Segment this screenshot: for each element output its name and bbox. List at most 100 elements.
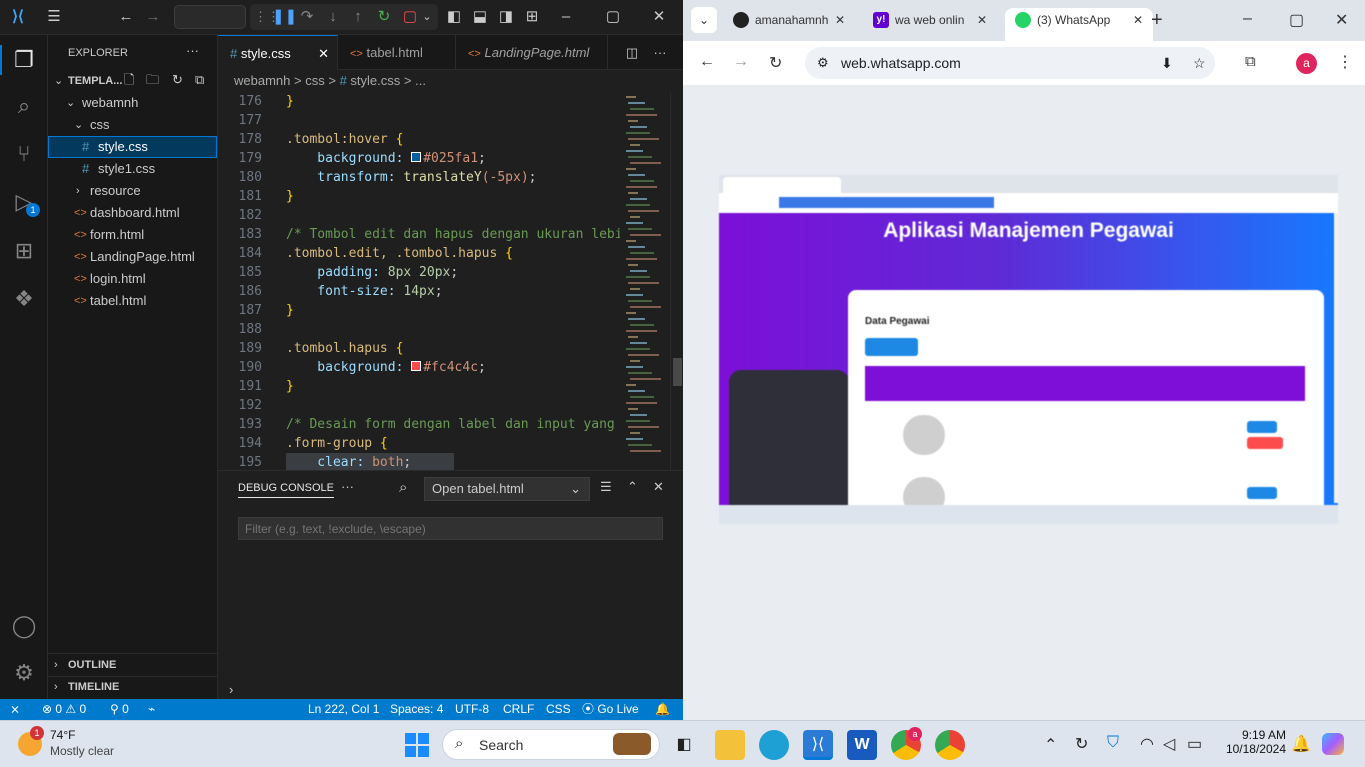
menu-icon[interactable]: ☰ [44,7,64,27]
close-icon[interactable]: ✕ [1133,8,1143,32]
reload-icon[interactable]: ↻ [769,53,782,73]
problems-status[interactable]: ⊗ 0 ⚠ 0 [42,699,86,720]
new-tab-icon[interactable]: + [1151,9,1163,32]
color-swatch[interactable] [411,361,422,371]
refresh-icon[interactable]: ↻ [172,69,183,91]
panel-tab-debug-console[interactable]: DEBUG CONSOLE [238,482,334,498]
search-icon[interactable]: ⌕ [10,92,38,120]
start-button[interactable] [405,733,429,757]
more-actions-icon[interactable]: ··· [186,40,199,62]
clock[interactable]: 9:19 AM 10/18/2024 [1216,728,1286,756]
file-landingpage-html[interactable]: LandingPage.html [90,246,195,268]
step-over-icon[interactable]: ↷ [298,7,316,27]
edge-icon[interactable] [759,730,789,760]
cursor-position[interactable]: Ln 222, Col 1 [308,699,379,720]
back-icon[interactable]: ← [116,7,136,27]
weather-widget[interactable]: 1 74°F Mostly clear [14,726,174,762]
customize-layout-icon[interactable]: ⊞ [523,7,541,27]
ports-status[interactable]: ⚲ 0 [110,699,129,720]
pause-icon[interactable]: ❚❚ [272,7,297,27]
chevron-right-icon[interactable]: › [76,180,80,202]
vscode-taskbar-icon[interactable]: ⟩⟨ [803,730,833,760]
maximize-icon[interactable]: ▢ [603,7,623,27]
chevron-down-icon[interactable]: ⌄ [420,7,434,27]
close-icon[interactable]: ✕ [649,7,669,27]
scrollbar-thumb[interactable] [673,358,682,386]
profile-avatar[interactable]: a [1296,53,1317,74]
task-view-icon[interactable]: ◧ [669,730,699,760]
tab-search-button[interactable]: ⌄ [691,7,717,33]
maximize-icon[interactable]: ▢ [1289,10,1304,30]
account-icon[interactable]: ◯ [10,612,38,640]
stop-icon[interactable]: ▢ [401,7,419,27]
tray-chevron-up-icon[interactable]: ⌃ [1044,735,1057,755]
chevron-down-icon[interactable]: ⌄ [66,92,75,114]
drag-handle-icon[interactable]: ⋮⋮ [254,7,280,27]
close-panel-icon[interactable]: ✕ [653,479,664,495]
toggle-sidebar-icon[interactable]: ◧ [445,7,463,27]
chrome-tab-github[interactable]: amanahamnh ✕ [723,8,855,41]
step-out-icon[interactable]: ↑ [349,7,367,27]
file-dashboard-html[interactable]: dashboard.html [90,202,180,224]
maximize-panel-icon[interactable]: ⌃ [627,479,638,495]
code-area[interactable]: 176 177 178 179 180 181 182 183 184 185 186 187 188 1… [218,92,620,470]
extensions-icon[interactable]: ⧉ [1245,53,1256,70]
filter-icon[interactable]: ⌕ [399,479,407,496]
taskbar-search[interactable]: ⌕ Search [442,729,660,760]
more-actions-icon[interactable]: ··· [648,35,672,70]
tab-tabel-html[interactable]: <> tabel.html [338,35,456,70]
close-icon[interactable]: ✕ [1335,10,1348,30]
site-info-icon[interactable]: ⚙ [817,47,829,79]
python-icon[interactable]: ❖ [10,285,38,313]
source-control-icon[interactable]: ⑂ [10,140,38,168]
new-folder-icon[interactable]: 🗀 [146,69,159,91]
chevron-right-icon[interactable]: › [54,654,58,676]
shared-image-preview[interactable]: Aplikasi Manajemen Pegawai Data Pegawai [719,175,1338,524]
copilot-icon[interactable] [1322,733,1344,755]
file-login-html[interactable]: login.html [90,268,146,290]
go-live-button[interactable]: ⦿ Go Live [582,699,639,720]
folder-resource[interactable]: resource [90,180,141,202]
encoding[interactable]: UTF-8 [455,699,489,720]
sync-icon[interactable]: ↻ [1075,734,1088,754]
close-icon[interactable]: ✕ [977,8,987,32]
address-bar[interactable]: ⚙ web.whatsapp.com ⬇ ☆ [805,47,1215,79]
battery-icon[interactable]: ▭ [1187,734,1202,754]
chrome-tab-yahoo[interactable]: y! wa web onlin ✕ [863,8,997,41]
collapse-all-icon[interactable]: ⧉ [195,69,204,91]
notification-bell-icon[interactable]: 🔔 [1291,734,1311,754]
console-input-chevron-icon[interactable]: › [229,682,233,697]
settings-gear-icon[interactable]: ⚙ [10,659,38,687]
chrome-tab-whatsapp[interactable]: (3) WhatsApp ✕ [1005,8,1153,41]
editor-scrollbar[interactable] [670,92,683,470]
file-explorer-icon[interactable] [715,730,745,760]
toggle-panel-icon[interactable]: ⬓ [471,7,489,27]
minimap[interactable] [620,92,670,470]
chevron-down-icon[interactable]: ⌄ [74,114,83,136]
tab-landingpage-html[interactable]: <> LandingPage.html [456,35,608,70]
line-ending[interactable]: CRLF [503,699,534,720]
notifications-icon[interactable]: 🔔 [655,699,670,720]
close-icon[interactable]: ✕ [835,8,845,32]
workspace-title[interactable]: TEMPLA... [68,70,122,92]
bookmark-star-icon[interactable]: ☆ [1193,47,1206,79]
chevron-down-icon[interactable]: ⌄ [54,70,63,92]
indentation[interactable]: Spaces: 4 [390,699,443,720]
chrome-menu-icon[interactable]: ⋮ [1337,52,1353,72]
file-style1-css[interactable]: style1.css [98,158,155,180]
more-actions-icon[interactable]: ··· [341,479,354,494]
breadcrumb-symbol[interactable]: ... [415,73,426,88]
close-icon[interactable]: ✕ [318,36,329,71]
language-mode[interactable]: CSS [546,699,571,720]
command-center[interactable] [174,5,246,29]
folder-css[interactable]: css [90,114,110,136]
clear-console-icon[interactable]: ☰ [600,479,612,495]
session-dropdown[interactable]: Open tabel.html ⌄ [424,477,590,501]
split-editor-icon[interactable]: ◫ [620,35,644,70]
breadcrumb-folder[interactable]: webamnh [234,73,290,88]
security-icon[interactable]: ⛉ [1107,734,1119,752]
color-swatch[interactable] [411,152,422,162]
outline-section[interactable]: OUTLINE [68,654,116,676]
restart-icon[interactable]: ↻ [375,7,393,27]
volume-icon[interactable]: ◁ [1163,734,1175,754]
